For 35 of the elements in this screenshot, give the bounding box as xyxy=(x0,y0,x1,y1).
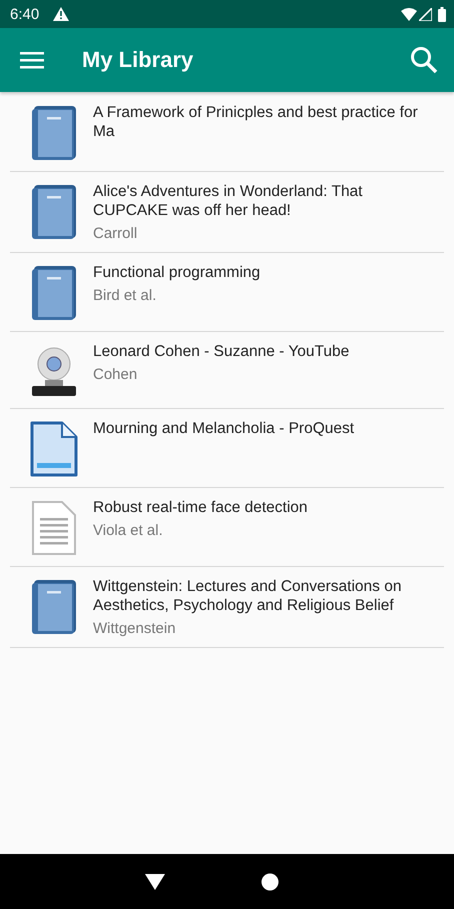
book-icon xyxy=(30,105,78,161)
battery-icon xyxy=(438,6,446,22)
item-author: Viola et al. xyxy=(93,522,164,539)
library-item[interactable]: Functional programming Bird et al. xyxy=(10,253,444,332)
library-item[interactable]: Alice's Adventures in Wonderland: That CUPCAKE was off her head! Carroll xyxy=(10,172,444,253)
page-icon xyxy=(28,421,78,477)
library-item[interactable]: Mourning and Melancholia - ProQuest xyxy=(10,409,444,488)
library-item[interactable]: Leonard Cohen - Suzanne - YouTube Cohen xyxy=(10,332,444,409)
book-icon xyxy=(30,184,78,240)
back-button[interactable] xyxy=(145,874,165,890)
menu-button[interactable] xyxy=(20,51,44,69)
item-title: Functional programming xyxy=(93,263,262,282)
item-title: A Framework of Prinicples and best practice for Ma xyxy=(93,103,419,141)
library-item[interactable]: A Framework of Prinicples and best practice for Ma xyxy=(10,93,444,172)
item-title: Wittgenstein: Lectures and Conversations on Aesthetics, Psychology and Religious Belief xyxy=(93,577,402,615)
library-item[interactable]: Wittgenstein: Lectures and Conversations on Aesthetics, Psychology and Religious Belief Wittgenstein xyxy=(10,567,444,648)
item-title: Robust real-time face detection xyxy=(93,498,309,517)
book-icon xyxy=(30,265,78,321)
item-author: Wittgenstein xyxy=(93,620,177,637)
document-icon xyxy=(30,500,78,556)
signal-icon xyxy=(419,8,432,20)
wifi-icon xyxy=(401,8,417,20)
search-button[interactable] xyxy=(410,46,438,74)
status-time: 6:40 xyxy=(10,6,40,22)
library-item[interactable]: Robust real-time face detection Viola et al. xyxy=(10,488,444,567)
book-icon xyxy=(30,579,78,635)
item-author: Bird et al. xyxy=(93,287,158,304)
item-title: Alice's Adventures in Wonderland: That CUPCAKE was off her head! xyxy=(93,182,364,220)
warning-icon xyxy=(53,7,70,21)
item-title: Leonard Cohen - Suzanne - YouTube xyxy=(93,342,350,361)
item-author: Cohen xyxy=(93,366,138,383)
item-author: Carroll xyxy=(93,225,138,242)
app-title: My Library xyxy=(82,47,194,73)
home-button[interactable] xyxy=(261,872,279,890)
item-title: Mourning and Melancholia - ProQuest xyxy=(93,419,356,438)
